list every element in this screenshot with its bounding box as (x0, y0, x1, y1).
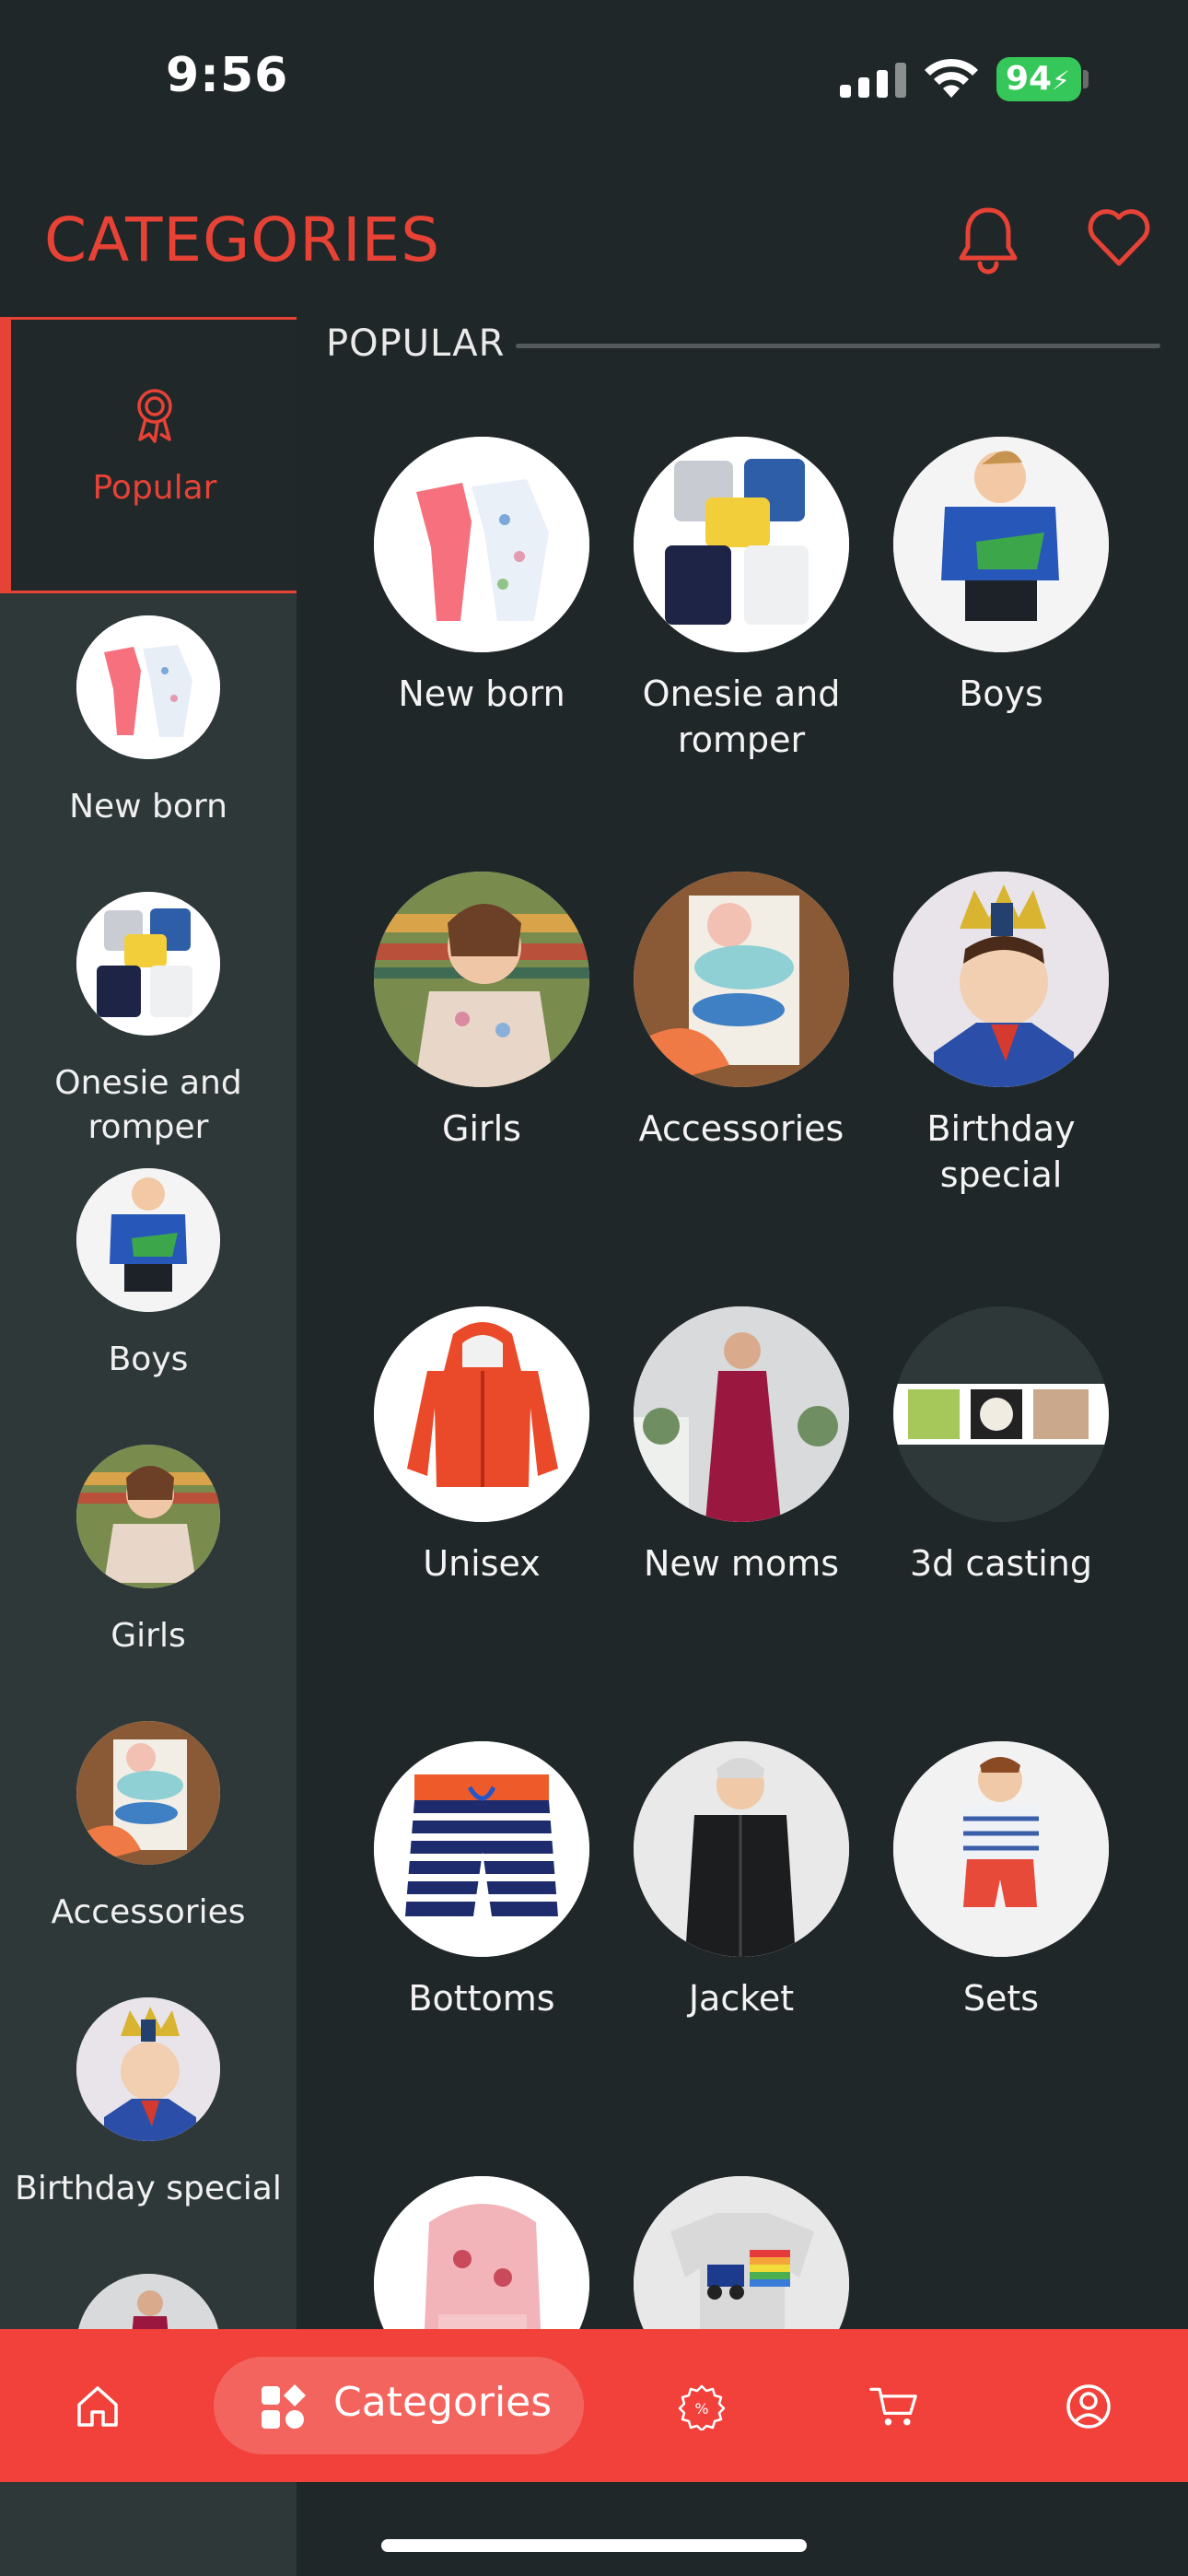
3d-casting-image (893, 1306, 1109, 1522)
category-sidebar[interactable]: Popular New born Onesie and romper Boys … (0, 317, 297, 2576)
nav-categories-button[interactable]: Categories (214, 2357, 584, 2454)
wifi-icon (925, 58, 978, 98)
onesie-and-romper-image (634, 437, 849, 652)
category-label: New born (398, 673, 565, 714)
category-label: Birthday special (926, 1108, 1076, 1195)
new-born-image (374, 437, 589, 652)
category-girls[interactable]: Girls (352, 872, 611, 1152)
jacket-image (634, 1741, 849, 1957)
sidebar-item-label: Boys (108, 1341, 189, 1378)
sidebar-item-accessories[interactable]: Accessories (0, 1721, 297, 1935)
accessories-image (634, 872, 849, 1087)
category-label: Onesie and romper (642, 673, 841, 760)
birthday-special-thumbnail (76, 1997, 220, 2141)
girls-image (374, 872, 589, 1087)
award-ribbon-icon (137, 389, 172, 443)
accessories-thumbnail (76, 1721, 220, 1865)
active-indicator (0, 320, 11, 591)
grid-icon (262, 2384, 306, 2429)
home-indicator[interactable] (381, 2539, 807, 2552)
cellular-signal-icon (840, 63, 906, 98)
category-onesie-and-romper[interactable]: Onesie and romper (611, 437, 871, 763)
status-time: 9:56 (166, 48, 289, 103)
bell-icon[interactable] (956, 205, 1020, 275)
category-sets[interactable]: Sets (871, 1741, 1131, 2021)
sidebar-item-girls[interactable]: Girls (0, 1445, 297, 1658)
category-label: Jacket (688, 1978, 795, 2019)
category-bottoms[interactable]: Bottoms (352, 1741, 611, 2021)
category-label: Accessories (638, 1108, 844, 1149)
page-title: CATEGORIES (44, 205, 441, 275)
birthday-special-image (893, 872, 1109, 1087)
sidebar-item-label: Onesie and romper (54, 1064, 242, 1146)
home-icon[interactable] (74, 2383, 122, 2430)
category-label: 3d casting (909, 1543, 1092, 1584)
sidebar-item-popular[interactable]: Popular (0, 317, 297, 593)
section-title: POPULAR (326, 322, 506, 365)
category-jacket[interactable]: Jacket (611, 1741, 871, 2021)
onesie-thumbnail (76, 892, 220, 1036)
heart-icon[interactable] (1087, 208, 1151, 267)
sidebar-item-label: Birthday special (15, 2170, 282, 2207)
category-label: Unisex (423, 1543, 541, 1584)
battery-level: 94⚡ (996, 57, 1081, 101)
category-label: Girls (442, 1108, 521, 1149)
new-moms-image (634, 1306, 849, 1522)
sets-image (893, 1741, 1109, 1957)
sidebar-item-new-born[interactable]: New born (0, 615, 297, 829)
sidebar-item-label: Popular (92, 469, 217, 507)
category-label: New moms (643, 1543, 840, 1584)
battery-tip (1083, 70, 1089, 88)
section-divider (516, 344, 1160, 348)
boys-thumbnail (76, 1168, 220, 1312)
sidebar-item-label: Accessories (51, 1893, 246, 1931)
girls-thumbnail (76, 1445, 220, 1588)
sidebar-item-onesie-and-romper[interactable]: Onesie and romper (0, 892, 297, 1150)
category-3d-casting[interactable]: 3d casting (871, 1306, 1131, 1587)
discount-badge-icon[interactable]: % (678, 2383, 726, 2430)
bottom-navigation: Categories % (0, 2329, 1188, 2482)
bottoms-image (374, 1741, 589, 1957)
category-label: Bottoms (408, 1978, 555, 2019)
category-new-born[interactable]: New born (352, 437, 611, 717)
category-new-moms[interactable]: New moms (611, 1306, 871, 1587)
svg-text:%: % (694, 2400, 708, 2418)
category-accessories[interactable]: Accessories (611, 872, 871, 1152)
new-born-thumbnail (76, 615, 220, 759)
category-label: Boys (959, 673, 1043, 714)
boys-image (893, 437, 1109, 652)
unisex-image (374, 1306, 589, 1522)
sidebar-item-label: New born (69, 788, 227, 825)
category-unisex[interactable]: Unisex (352, 1306, 611, 1587)
cart-icon[interactable] (869, 2383, 917, 2430)
sidebar-item-birthday-special[interactable]: Birthday special (0, 1997, 297, 2211)
category-label: Sets (962, 1978, 1040, 2019)
nav-categories-label: Categories (333, 2379, 553, 2426)
category-birthday-special[interactable]: Birthday special (871, 872, 1131, 1198)
profile-icon[interactable] (1065, 2383, 1112, 2430)
category-boys[interactable]: Boys (871, 437, 1131, 717)
sidebar-item-boys[interactable]: Boys (0, 1168, 297, 1382)
sidebar-item-label: Girls (111, 1617, 186, 1655)
status-bar: 9:56 94⚡ (0, 0, 1188, 157)
